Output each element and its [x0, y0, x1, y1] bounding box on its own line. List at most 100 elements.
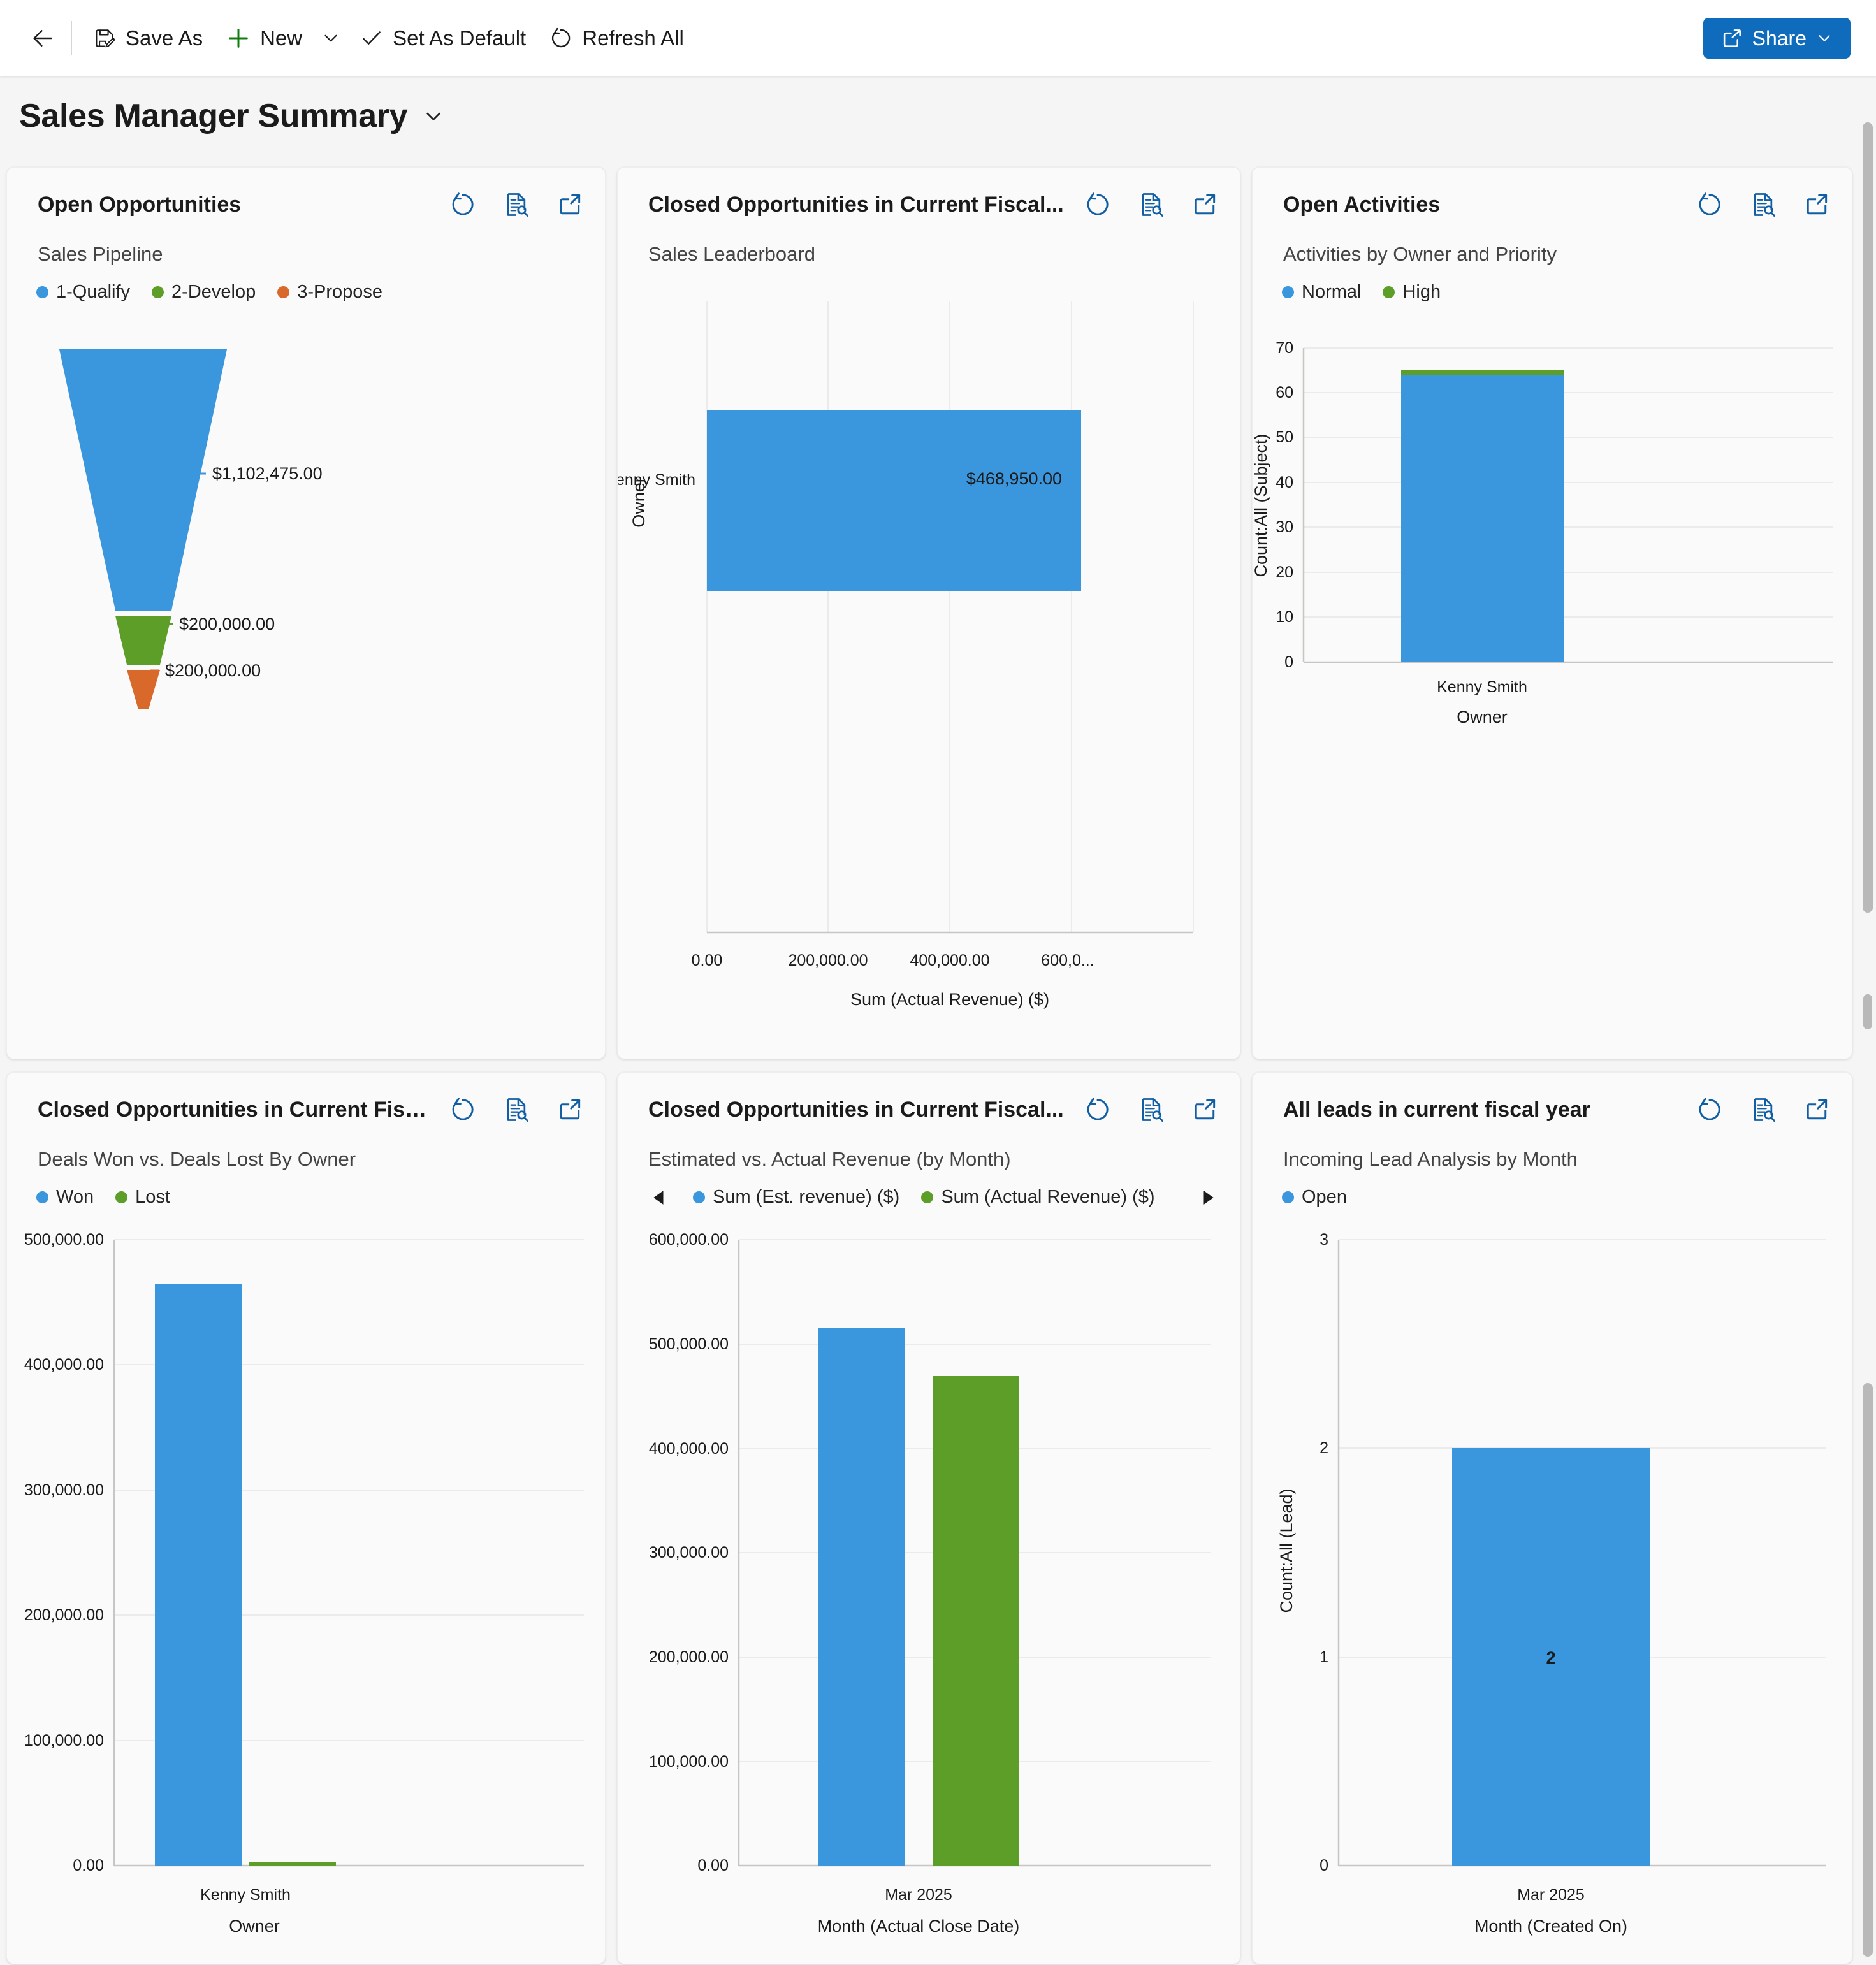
legend-item-develop[interactable]: 2-Develop: [152, 282, 256, 303]
refresh-icon[interactable]: [1083, 190, 1112, 219]
view-records-icon[interactable]: [502, 190, 531, 219]
page-title: Sales Manager Summary: [19, 97, 407, 135]
legend-swatch: [921, 1191, 933, 1203]
share-label: Share: [1752, 27, 1807, 50]
checkmark-icon: [360, 26, 384, 50]
card-header: Closed Opportunities in Current Fiscal..…: [618, 168, 1240, 219]
card-all-leads: All leads in current fiscal year Incomin…: [1252, 1072, 1852, 1964]
legend-item-high[interactable]: High: [1383, 282, 1441, 303]
scrollbar-thumb-lower[interactable]: [1863, 1383, 1873, 1957]
legend-item-qualify[interactable]: 1-Qualify: [36, 282, 130, 303]
legend-label: 1-Qualify: [56, 282, 130, 303]
bar-high-kenny-smith[interactable]: [1401, 370, 1564, 375]
funnel-segment-qualify[interactable]: [59, 349, 227, 611]
view-records-icon[interactable]: [1137, 1095, 1166, 1124]
refresh-all-button[interactable]: Refresh All: [537, 16, 695, 61]
legend-label: Normal: [1302, 282, 1361, 303]
leads-bar-chart[interactable]: 2 3 2 1 0 Count:All (Lead) Mar 2025 Mont…: [1253, 1232, 1852, 1964]
scrollbar-thumb-middle[interactable]: [1863, 994, 1872, 1029]
legend-swatch: [1383, 286, 1395, 298]
bar-normal-kenny-smith[interactable]: [1401, 375, 1564, 662]
expand-icon[interactable]: [1190, 190, 1219, 219]
card-open-activities: Open Activities Activities by Owner and …: [1252, 167, 1852, 1059]
refresh-icon[interactable]: [1695, 190, 1724, 219]
refresh-icon[interactable]: [1695, 1095, 1724, 1124]
expand-icon[interactable]: [1802, 1095, 1831, 1124]
bar-kenny-smith[interactable]: [707, 410, 1081, 591]
bar-lost-kenny-smith[interactable]: [249, 1862, 336, 1866]
card-title: Closed Opportunities in Current Fiscal..…: [648, 1098, 1073, 1122]
view-records-icon[interactable]: [1137, 190, 1166, 219]
chart-legend: Normal High: [1253, 266, 1852, 303]
refresh-icon[interactable]: [448, 1095, 477, 1124]
scrollbar-thumb-upper[interactable]: [1863, 122, 1873, 913]
save-as-label: Save As: [126, 26, 203, 50]
save-as-button[interactable]: Save As: [81, 16, 214, 61]
legend-next-button[interactable]: [1196, 1189, 1220, 1206]
expand-icon[interactable]: [1802, 190, 1831, 219]
x-tick-kenny-smith: Kenny Smith: [1437, 678, 1527, 696]
refresh-icon[interactable]: [1083, 1095, 1112, 1124]
expand-icon[interactable]: [1190, 1095, 1219, 1124]
view-records-icon[interactable]: [1749, 1095, 1778, 1124]
legend-item-actual-revenue[interactable]: Sum (Actual Revenue) ($): [921, 1187, 1154, 1208]
funnel-value-develop: $200,000.00: [179, 614, 275, 634]
dashboard-selector-button[interactable]: [421, 104, 446, 128]
legend-item-normal[interactable]: Normal: [1282, 282, 1361, 303]
chart-subtitle: Sales Leaderboard: [618, 219, 1240, 266]
expand-icon[interactable]: [555, 1095, 585, 1124]
chart-legend: Sum (Est. revenue) ($) Sum (Actual Reven…: [618, 1171, 1240, 1208]
new-button[interactable]: New: [214, 16, 314, 61]
bar-actual-revenue-mar-2025[interactable]: [933, 1376, 1019, 1866]
refresh-icon[interactable]: [448, 190, 477, 219]
bar-won-kenny-smith[interactable]: [155, 1284, 242, 1866]
x-tick-0: 0.00: [692, 952, 723, 969]
legend-item-open[interactable]: Open: [1282, 1187, 1347, 1208]
back-button[interactable]: [23, 18, 62, 58]
deals-bar-chart[interactable]: 500,000.00 400,000.00 300,000.00 200,000…: [7, 1232, 605, 1964]
card-actions: [1073, 190, 1219, 219]
chevron-down-icon: [421, 104, 446, 128]
legend-item-lost[interactable]: Lost: [115, 1187, 170, 1208]
view-records-icon[interactable]: [1749, 190, 1778, 219]
set-as-default-button[interactable]: Set As Default: [348, 16, 537, 61]
chart-subtitle: Deals Won vs. Deals Lost By Owner: [7, 1124, 605, 1171]
share-button[interactable]: Share: [1703, 18, 1851, 59]
card-title: Closed Opportunities in Current Fiscal..…: [38, 1098, 438, 1122]
card-header: Open Activities: [1253, 168, 1852, 219]
save-as-icon: [92, 26, 117, 50]
x-axis-title: Sum (Actual Revenue) ($): [850, 990, 1049, 1009]
legend-prev-button[interactable]: [647, 1189, 671, 1206]
toolbar-divider: [71, 21, 72, 55]
legend-item-est-revenue[interactable]: Sum (Est. revenue) ($): [693, 1187, 899, 1208]
card-actions: [1685, 190, 1831, 219]
funnel-segment-develop[interactable]: [115, 616, 171, 665]
y-tick-300000: 300,000.00: [649, 1544, 729, 1562]
x-axis-title: Owner: [1457, 707, 1508, 727]
leaderboard-bar-chart[interactable]: $468,950.00 Kenny Smith Owner 0.00 200,0…: [618, 289, 1240, 1041]
chart-legend: Open: [1253, 1171, 1852, 1208]
new-dropdown-button[interactable]: [314, 16, 348, 61]
back-arrow-icon: [30, 25, 55, 51]
legend-item-propose[interactable]: 3-Propose: [277, 282, 382, 303]
command-bar: Save As New Set As Default Refresh All S: [0, 0, 1876, 76]
y-tick-400000: 400,000.00: [649, 1440, 729, 1458]
funnel-value-qualify: $1,102,475.00: [212, 464, 323, 483]
funnel-chart[interactable]: $1,102,475.00 $200,000.00 $200,000.00: [7, 330, 605, 1019]
card-title: Open Opportunities: [38, 192, 438, 217]
y-tick-500000: 500,000.00: [649, 1335, 729, 1353]
y-tick-200000: 200,000.00: [24, 1606, 104, 1624]
legend-label: 3-Propose: [297, 282, 382, 303]
y-tick-300000: 300,000.00: [24, 1481, 104, 1499]
card-header: Open Opportunities: [7, 168, 605, 219]
activities-stacked-bar-chart[interactable]: 70 60 50 40 30 20 10 0 Count:All (Subjec…: [1253, 330, 1852, 1019]
view-records-icon[interactable]: [502, 1095, 531, 1124]
legend-item-won[interactable]: Won: [36, 1187, 94, 1208]
bar-est-revenue-mar-2025[interactable]: [818, 1328, 905, 1866]
funnel-segment-propose[interactable]: [127, 670, 160, 709]
x-tick-2: 400,000.00: [910, 952, 989, 969]
page-scrollbar[interactable]: [1859, 76, 1876, 1965]
card-title: Closed Opportunities in Current Fiscal..…: [648, 192, 1073, 217]
revenue-bar-chart[interactable]: 600,000.00 500,000.00 400,000.00 300,000…: [618, 1232, 1240, 1964]
expand-icon[interactable]: [555, 190, 585, 219]
